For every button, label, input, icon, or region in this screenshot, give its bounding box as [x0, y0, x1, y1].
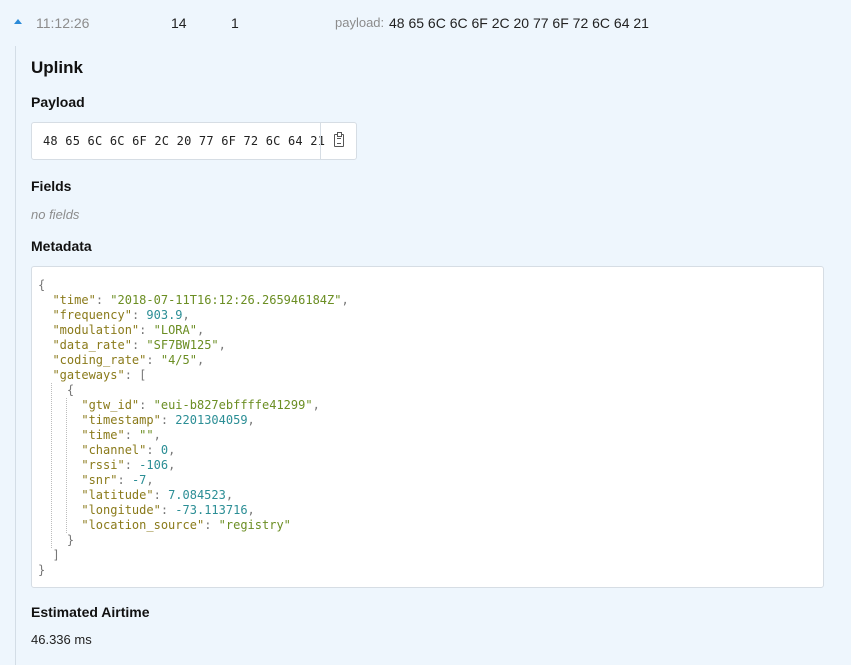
- message-counter: 14: [171, 15, 187, 31]
- uplink-title: Uplink: [31, 58, 83, 77]
- copy-payload-button[interactable]: [320, 123, 356, 159]
- collapse-caret-icon[interactable]: [14, 19, 22, 24]
- payload-label: payload:: [335, 15, 385, 30]
- fields-title: Fields: [31, 178, 72, 194]
- metadata-json-viewer: { "time": "2018-07-11T16:12:26.265946184…: [31, 266, 824, 588]
- metadata-json: { "time": "2018-07-11T16:12:26.265946184…: [38, 278, 349, 577]
- payload-hex[interactable]: 48 65 6C 6C 6F 2C 20 77 6F 72 6C 64 21: [43, 134, 325, 148]
- payload-field: 48 65 6C 6C 6F 2C 20 77 6F 72 6C 64 21: [31, 122, 357, 160]
- clipboard-icon: [334, 132, 344, 147]
- payload-preview: 48 65 6C 6C 6F 2C 20 77 6F 72 6C 64 21: [389, 15, 649, 31]
- airtime-value: 46.336 ms: [31, 632, 92, 647]
- metadata-title: Metadata: [31, 238, 92, 254]
- no-fields-text: no fields: [31, 207, 80, 222]
- uplink-detail-panel: Uplink Payload 48 65 6C 6C 6F 2C 20 77 6…: [15, 46, 851, 665]
- message-port: 1: [231, 15, 239, 31]
- message-row-header[interactable]: 11:12:26 14 1 payload: 48 65 6C 6C 6F 2C…: [0, 0, 851, 46]
- payload-title: Payload: [31, 94, 85, 110]
- message-time: 11:12:26: [36, 15, 90, 31]
- airtime-title: Estimated Airtime: [31, 604, 150, 620]
